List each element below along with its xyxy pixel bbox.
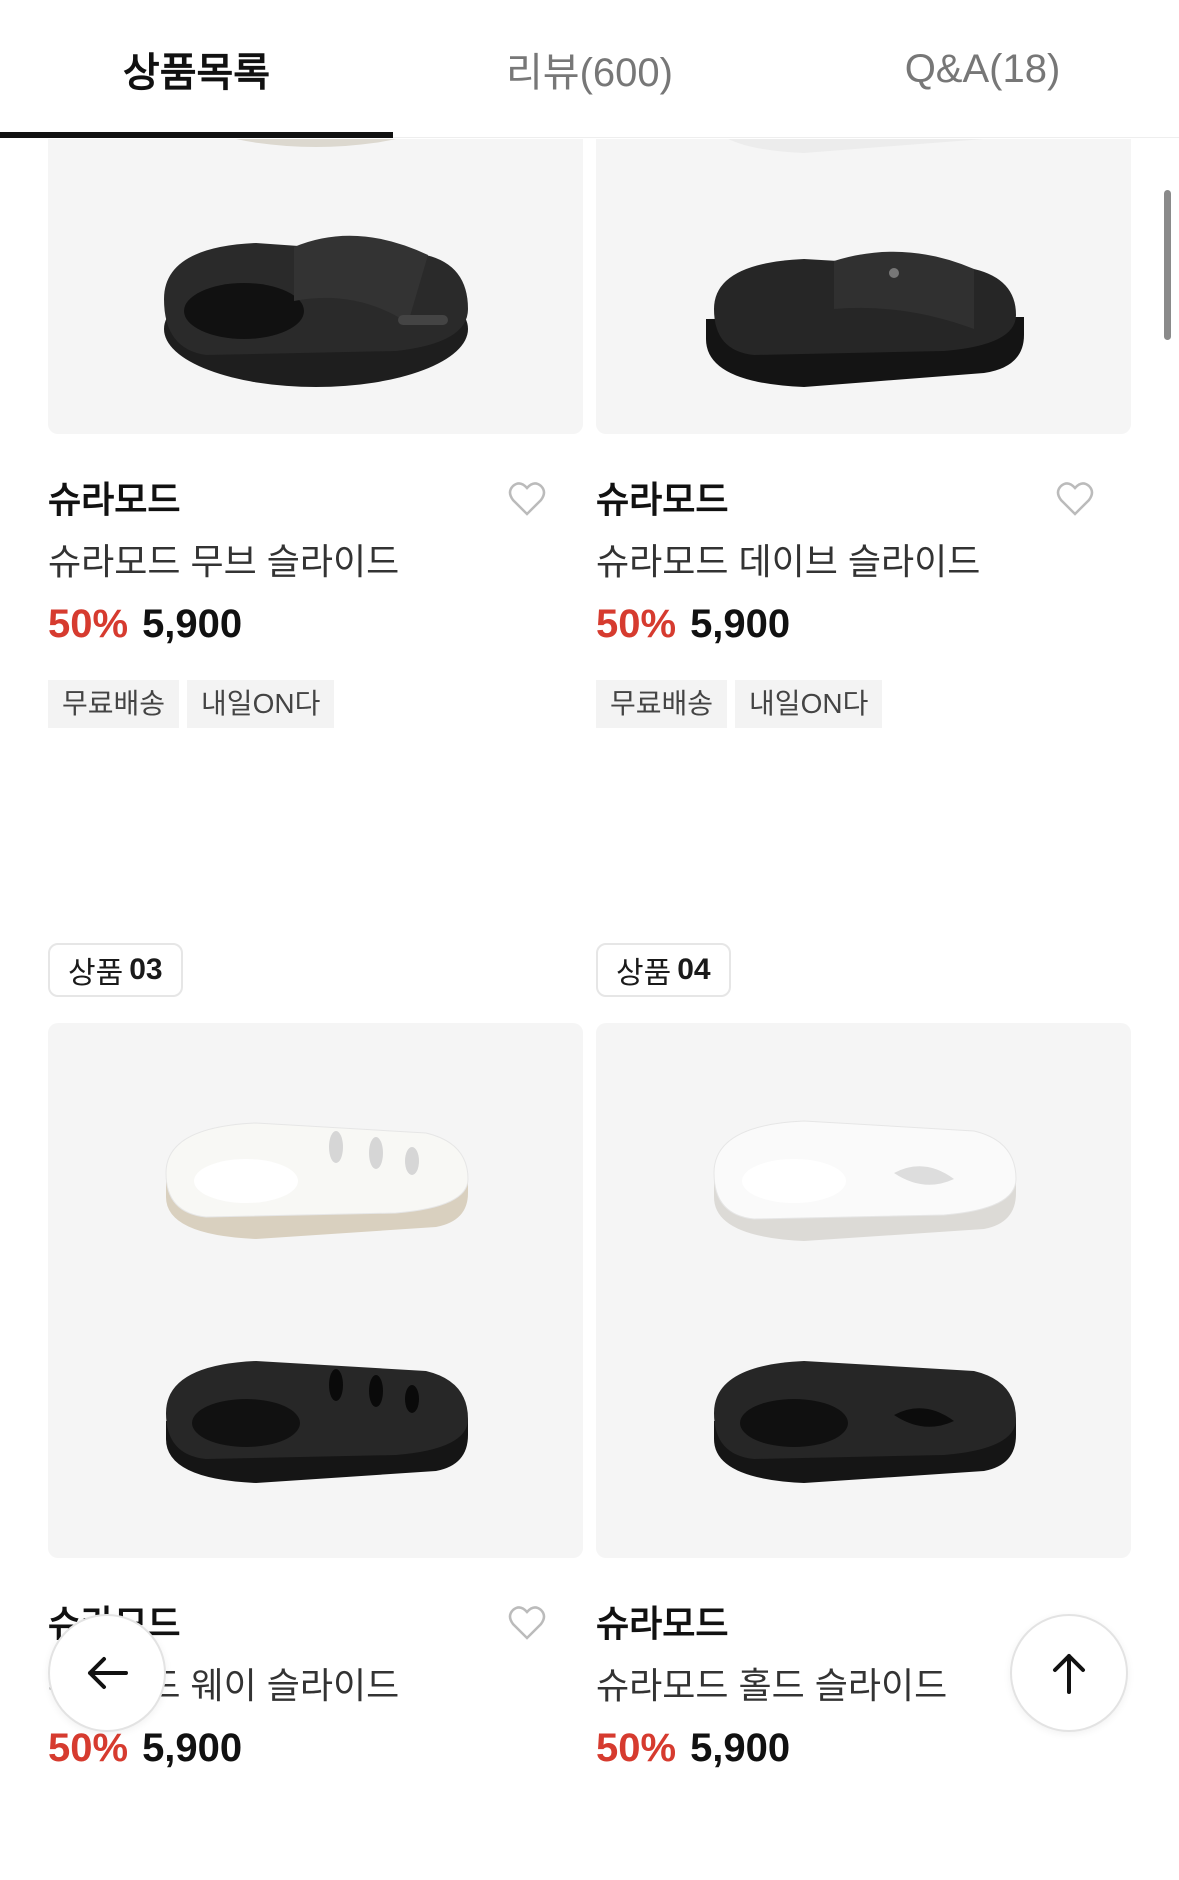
product-card[interactable]: 슈라모드 슈라모드 무브 슬라이드 50% 5,900 무료배송 내일ON다 bbox=[48, 139, 583, 728]
price-row: 50% 5,900 bbox=[596, 602, 1131, 652]
tag-free-shipping: 무료배송 bbox=[48, 680, 180, 728]
price-row: 50% 5,900 bbox=[48, 1726, 583, 1776]
product-image[interactable] bbox=[596, 1023, 1131, 1558]
product-brand: 슈라모드 bbox=[48, 479, 181, 520]
arrow-up-icon bbox=[1053, 1654, 1085, 1694]
product-list: 슈라모드 슈라모드 무브 슬라이드 50% 5,900 무료배송 내일ON다 슈… bbox=[0, 139, 1179, 1880]
price-row: 50% 5,900 bbox=[48, 602, 583, 652]
product-number-badge: 상품 03 bbox=[48, 943, 183, 997]
tag-next-day: 내일ON다 bbox=[735, 680, 883, 728]
tab-reviews[interactable]: 리뷰(600) bbox=[393, 0, 786, 138]
sale-price: 5,900 bbox=[690, 1726, 791, 1770]
sale-price: 5,900 bbox=[690, 602, 791, 646]
product-number-badge: 상품 04 bbox=[596, 943, 731, 997]
scroll-to-top-button[interactable] bbox=[1010, 1614, 1128, 1732]
product-image[interactable] bbox=[48, 1023, 583, 1558]
badge-number: 04 bbox=[677, 953, 711, 986]
badge-label: 상품 bbox=[68, 957, 124, 990]
discount-rate: 50% bbox=[48, 1726, 129, 1770]
price-row: 50% 5,900 bbox=[596, 1726, 1131, 1776]
tag-list: 무료배송 내일ON다 bbox=[48, 680, 583, 728]
tag-list: 무료배송 내일ON다 bbox=[596, 680, 1131, 728]
scrollbar[interactable] bbox=[1164, 190, 1171, 340]
discount-rate: 50% bbox=[596, 1726, 677, 1770]
sale-price: 5,900 bbox=[142, 1726, 243, 1770]
discount-rate: 50% bbox=[48, 602, 129, 646]
product-image[interactable] bbox=[596, 139, 1131, 434]
heart-icon[interactable] bbox=[507, 480, 547, 520]
tab-bar: 상품목록 리뷰(600) Q&A(18) bbox=[0, 0, 1179, 138]
back-button[interactable] bbox=[48, 1614, 166, 1732]
product-brand: 슈라모드 bbox=[596, 479, 729, 520]
product-card[interactable]: 슈라모드 슈라모드 데이브 슬라이드 50% 5,900 무료배송 내일ON다 bbox=[596, 139, 1131, 728]
arrow-left-icon bbox=[88, 1657, 128, 1689]
product-name: 슈라모드 무브 슬라이드 bbox=[48, 541, 400, 582]
product-info: 슈라모드 슈라모드 무브 슬라이드 50% 5,900 무료배송 내일ON다 bbox=[48, 434, 583, 728]
discount-rate: 50% bbox=[596, 602, 677, 646]
tab-products[interactable]: 상품목록 bbox=[0, 0, 393, 138]
tag-free-shipping: 무료배송 bbox=[596, 680, 728, 728]
badge-number: 03 bbox=[129, 953, 163, 986]
product-info: 슈라모드 슈라모드 데이브 슬라이드 50% 5,900 무료배송 내일ON다 bbox=[596, 434, 1131, 728]
sale-price: 5,900 bbox=[142, 602, 243, 646]
product-name: 슈라모드 데이브 슬라이드 bbox=[596, 541, 981, 582]
tag-next-day: 내일ON다 bbox=[187, 680, 335, 728]
product-image[interactable] bbox=[48, 139, 583, 434]
heart-icon[interactable] bbox=[1055, 480, 1095, 520]
badge-label: 상품 bbox=[616, 957, 672, 990]
tab-qna[interactable]: Q&A(18) bbox=[786, 0, 1179, 138]
heart-icon[interactable] bbox=[507, 1604, 547, 1644]
